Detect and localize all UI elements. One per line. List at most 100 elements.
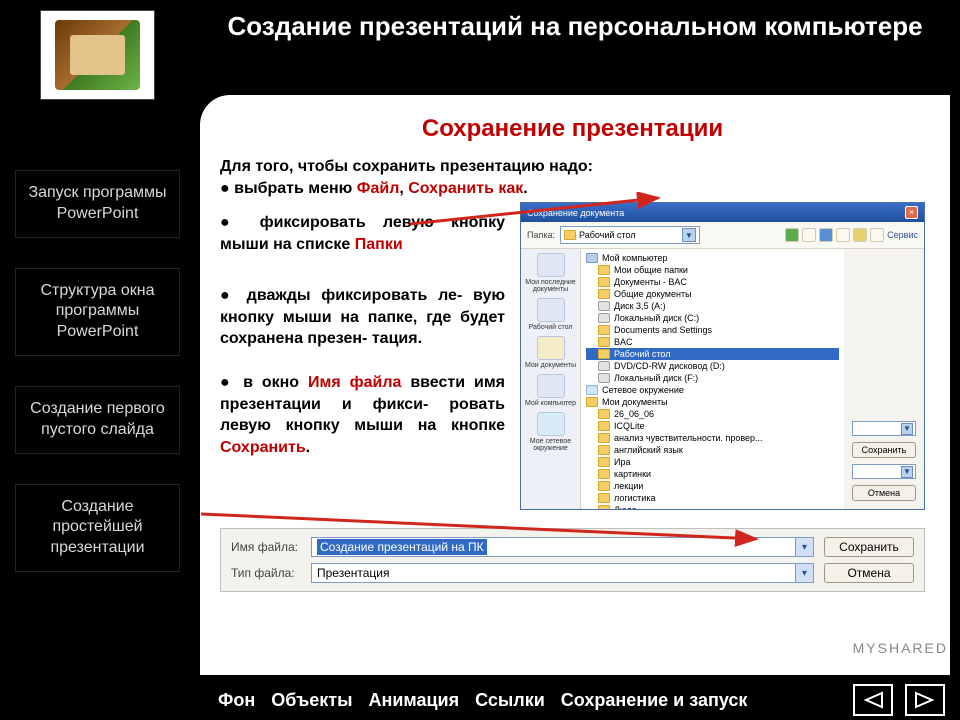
logo xyxy=(40,10,155,100)
tree-item[interactable]: Локальный диск (F:) xyxy=(586,372,839,384)
sidebar-item-blank-slide[interactable]: Создание первого пустого слайда xyxy=(15,386,180,454)
tree-item-label: Люда xyxy=(614,505,637,509)
filename-field[interactable]: Создание презентаций на ПК ▾ xyxy=(311,537,814,557)
bullet-3: ● дважды фиксировать ле- вую кнопку мыши… xyxy=(220,285,505,350)
tree-item[interactable]: Сетевое окружение xyxy=(586,384,839,396)
sidebar-item-simple-pres[interactable]: Создание простейшей презентации xyxy=(15,484,180,572)
bullet-2: ● фиксировать левую кнопку мыши на списк… xyxy=(220,212,505,255)
tree-item-label: 26_06_06 xyxy=(614,409,654,419)
arrow-left-icon xyxy=(862,691,884,709)
tree-item-label: анализ чувствительности. провер... xyxy=(614,433,763,443)
tree-item-label: Документы - BAC xyxy=(614,277,687,287)
delete-icon[interactable] xyxy=(836,228,850,242)
service-menu[interactable]: Сервис xyxy=(887,230,918,240)
tree-item[interactable]: Ира xyxy=(586,456,839,468)
folder-icon xyxy=(598,373,610,383)
place-mycomp[interactable]: Мой компьютер xyxy=(523,374,578,407)
tree-item[interactable]: Мои документы xyxy=(586,396,839,408)
search-icon[interactable] xyxy=(819,228,833,242)
folder-icon xyxy=(598,325,610,335)
new-folder-icon[interactable] xyxy=(853,228,867,242)
chevron-down-icon: ▼ xyxy=(901,466,913,478)
tree-item[interactable]: Локальный диск (C:) xyxy=(586,312,839,324)
filetype-value: Презентация xyxy=(317,566,390,580)
tree-item-label: Documents and Settings xyxy=(614,325,712,335)
sidebar-item-structure[interactable]: Структура окна программы PowerPoint xyxy=(15,268,180,356)
combo-field[interactable]: ▼ xyxy=(852,464,916,479)
tree-item[interactable]: 26_06_06 xyxy=(586,408,839,420)
save-bar: Имя файла: Создание презентаций на ПК ▾ … xyxy=(220,528,925,592)
tree-item[interactable]: Documents and Settings xyxy=(586,324,839,336)
tree-item[interactable]: BAC xyxy=(586,336,839,348)
tree-item[interactable]: английский язык xyxy=(586,444,839,456)
tree-item[interactable]: Рабочий стол xyxy=(586,348,839,360)
sidebar-item-label: Создание первого пустого слайда xyxy=(30,400,165,438)
nav-background[interactable]: Фон xyxy=(210,690,263,711)
folder-icon xyxy=(598,265,610,275)
close-icon[interactable]: × xyxy=(905,206,918,219)
folder-icon xyxy=(586,397,598,407)
folder-icon xyxy=(598,493,610,503)
folder-dropdown[interactable]: Рабочий стол ▼ xyxy=(560,226,700,244)
tree-item[interactable]: Мой компьютер xyxy=(586,252,839,264)
folder-icon xyxy=(598,361,610,371)
sidebar-item-launch[interactable]: Запуск программы PowerPoint xyxy=(15,170,180,238)
back-icon[interactable] xyxy=(785,228,799,242)
folder-icon xyxy=(598,301,610,311)
folder-icon xyxy=(598,469,610,479)
folder-icon xyxy=(598,421,610,431)
tree-item-label: DVD/CD-RW дисковод (D:) xyxy=(614,361,725,371)
dialog-title-text: Сохранение документа xyxy=(527,208,624,218)
next-button[interactable] xyxy=(905,684,945,716)
chevron-down-icon: ▼ xyxy=(682,228,696,242)
text-column: ● фиксировать левую кнопку мыши на списк… xyxy=(220,202,505,510)
tree-item[interactable]: Общие документы xyxy=(586,288,839,300)
tree-item[interactable]: Мои общие папки xyxy=(586,264,839,276)
folder-icon xyxy=(598,505,610,509)
prev-button[interactable] xyxy=(853,684,893,716)
dialog-cancel-button[interactable]: Отмена xyxy=(852,485,916,501)
combo-field[interactable]: ▼ xyxy=(852,421,916,436)
tree-item-label: Рабочий стол xyxy=(614,349,671,359)
tree-item[interactable]: Люда xyxy=(586,504,839,509)
cancel-button[interactable]: Отмена xyxy=(824,563,914,583)
tree-item[interactable]: Документы - BAC xyxy=(586,276,839,288)
sidebar-item-label: Создание простейшей презентации xyxy=(50,498,144,557)
tree-item[interactable]: Диск 3,5 (A:) xyxy=(586,300,839,312)
nav-links[interactable]: Ссылки xyxy=(467,690,553,711)
filetype-field[interactable]: Презентация ▾ xyxy=(311,563,814,583)
nav-animation[interactable]: Анимация xyxy=(360,690,467,711)
tree-item[interactable]: лекции xyxy=(586,480,839,492)
folder-value: Рабочий стол xyxy=(579,230,636,240)
tree-item-label: Диск 3,5 (A:) xyxy=(614,301,666,311)
tree-item-label: Ира xyxy=(614,457,630,467)
folder-tree[interactable]: Мой компьютерМои общие папкиДокументы - … xyxy=(581,249,844,509)
folder-icon xyxy=(586,253,598,263)
chevron-down-icon: ▼ xyxy=(901,423,913,435)
tree-item[interactable]: логистика xyxy=(586,492,839,504)
save-button[interactable]: Сохранить xyxy=(824,537,914,557)
folder-icon xyxy=(598,445,610,455)
folder-icon xyxy=(564,230,576,240)
tree-item-label: BAC xyxy=(614,337,633,347)
place-network[interactable]: Мое сетевое окружение xyxy=(523,412,578,452)
nav-objects[interactable]: Объекты xyxy=(263,690,360,711)
place-mydocs[interactable]: Мои документы xyxy=(523,336,578,369)
nav-save-run[interactable]: Сохранение и запуск xyxy=(553,690,756,711)
views-icon[interactable] xyxy=(870,228,884,242)
place-desktop[interactable]: Рабочий стол xyxy=(523,298,578,331)
tree-item-label: Мои документы xyxy=(602,397,668,407)
page-title: Создание презентаций на персональном ком… xyxy=(200,10,950,43)
up-icon[interactable] xyxy=(802,228,816,242)
folder-icon xyxy=(598,409,610,419)
intro-line: Для того, чтобы сохранить презентацию на… xyxy=(220,158,925,176)
tree-item[interactable]: анализ чувствительности. провер... xyxy=(586,432,839,444)
dialog-titlebar: Сохранение документа × xyxy=(521,203,924,222)
tree-item[interactable]: DVD/CD-RW дисковод (D:) xyxy=(586,360,839,372)
network-icon xyxy=(537,412,565,436)
tree-item[interactable]: ICQLite xyxy=(586,420,839,432)
dialog-save-button[interactable]: Сохранить xyxy=(852,442,916,458)
place-recent[interactable]: Мои последние документы xyxy=(523,253,578,293)
tree-item[interactable]: картинки xyxy=(586,468,839,480)
dialog-right-panel: ▼ Сохранить ▼ Отмена xyxy=(844,249,924,509)
